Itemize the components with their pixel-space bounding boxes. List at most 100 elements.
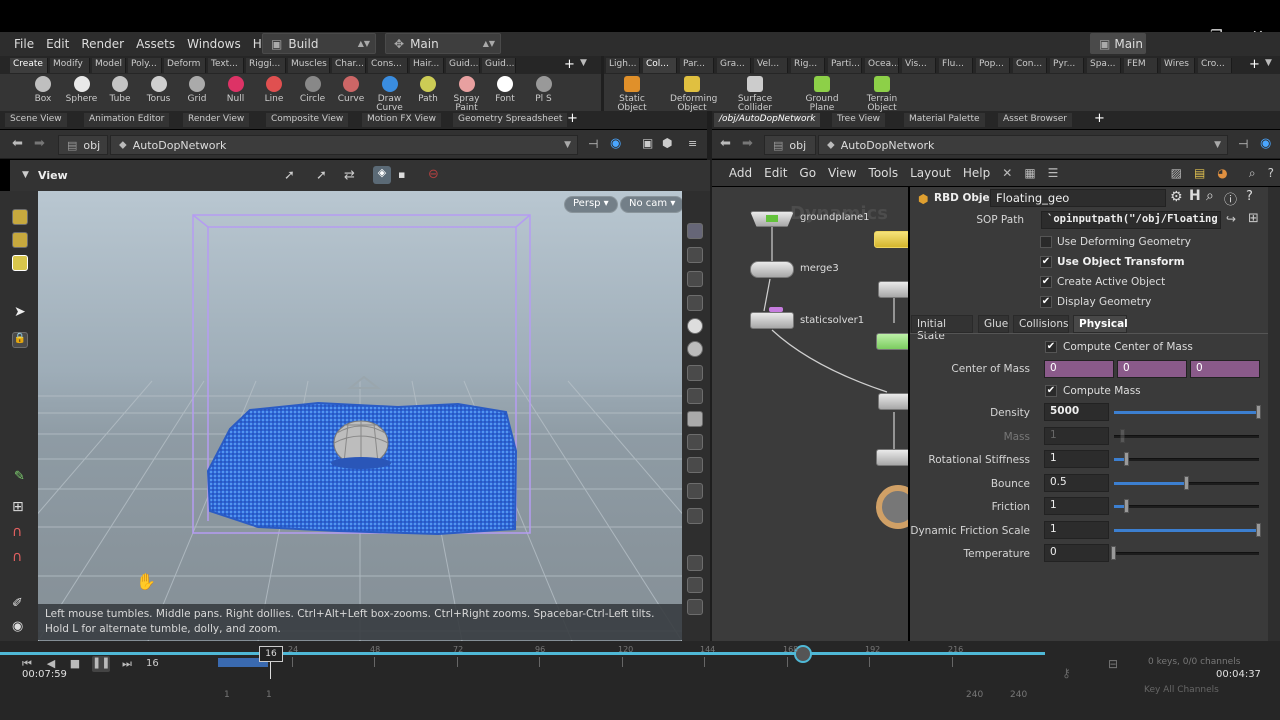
camera-link-icon[interactable]: [687, 388, 703, 404]
compute-mass-checkbox[interactable]: ✔: [1045, 385, 1057, 397]
playback-start-field[interactable]: 1: [266, 690, 272, 700]
menu-windows[interactable]: Windows: [181, 37, 247, 51]
points-icon[interactable]: [687, 411, 703, 427]
display-mode-icon[interactable]: [687, 223, 703, 239]
shelf-tab-ocea[interactable]: Ocea...: [865, 58, 899, 73]
forward-icon[interactable]: ➡: [742, 136, 753, 151]
transform-icon[interactable]: ➚: [316, 168, 327, 183]
search-icon[interactable]: ⌕: [1206, 188, 1214, 204]
add-shelf-icon[interactable]: +: [564, 57, 575, 72]
shelf-tab-muscles[interactable]: Muscles: [288, 58, 330, 73]
friction-slider-track[interactable]: [1114, 505, 1259, 508]
shelf-tab-create[interactable]: Create: [10, 58, 48, 73]
shelf-tab-guid[interactable]: Guid...: [446, 58, 480, 73]
com-y-field[interactable]: 0: [1117, 360, 1187, 378]
shelf-tool-draw-curve[interactable]: Draw Curve: [369, 76, 411, 113]
bounce-field[interactable]: 0.5: [1044, 474, 1109, 492]
shelf-tab-ligh[interactable]: Ligh...: [606, 58, 640, 73]
right-path-node[interactable]: ⬥ AutoDopNetwork ▼: [818, 135, 1228, 155]
select-tool-icon[interactable]: [12, 209, 28, 225]
playhead-marker[interactable]: 16: [259, 646, 283, 662]
shelf-tab-cons[interactable]: Cons...: [368, 58, 408, 73]
create-active-object-checkbox[interactable]: ✔: [1040, 276, 1052, 288]
node-rbd-selected[interactable]: [874, 231, 908, 248]
pin-icon[interactable]: ⊣: [1238, 137, 1248, 151]
play-icon[interactable]: ❚❚: [92, 656, 110, 672]
display-geometry-checkbox[interactable]: ✔: [1040, 296, 1052, 308]
node-partial-green[interactable]: [876, 333, 908, 350]
density-slider-knob[interactable]: [1256, 405, 1261, 419]
viewer-menu-icon[interactable]: ▼: [22, 170, 29, 180]
node-name-field[interactable]: Floating_geo: [990, 189, 1166, 207]
houdini-help-icon[interactable]: H: [1189, 188, 1201, 204]
network-menu-help[interactable]: Help: [957, 166, 996, 180]
shelf-tool-box[interactable]: Box: [22, 76, 64, 104]
node-partial-3[interactable]: [876, 449, 908, 466]
grid-icon[interactable]: ▦: [1018, 166, 1041, 180]
node-merge[interactable]: [750, 261, 794, 278]
wrench-icon[interactable]: ✕: [996, 166, 1018, 180]
vertex-icon[interactable]: [687, 577, 703, 593]
shelf-tab-flu[interactable]: Flu...: [939, 58, 973, 73]
pane-tab-obj-autodopnetwork[interactable]: /obj/AutoDopNetwork: [714, 113, 821, 127]
add-pane-tab-icon[interactable]: +: [567, 111, 578, 126]
shelf-tab-char[interactable]: Char...: [332, 58, 366, 73]
paint-icon[interactable]: ✐: [12, 596, 23, 611]
prim-icon[interactable]: [687, 599, 703, 615]
shelf-tool-curve[interactable]: Curve: [330, 76, 372, 104]
timeline-track[interactable]: [0, 652, 1045, 655]
node-partial-1[interactable]: [878, 281, 908, 298]
end-frame-field[interactable]: 240: [1010, 690, 1027, 700]
temperature-field[interactable]: 0: [1044, 544, 1109, 562]
shelf-tool-tube[interactable]: Tube: [99, 76, 141, 104]
shelf-tab-pop[interactable]: Pop...: [976, 58, 1010, 73]
pane-tab-material-palette[interactable]: Material Palette: [904, 113, 985, 127]
shelf-tool-sphere[interactable]: Sphere: [61, 76, 103, 104]
dot-icon[interactable]: [687, 483, 703, 499]
network-menu-view[interactable]: View: [822, 166, 862, 180]
scene-viewport[interactable]: ✋: [38, 191, 682, 641]
magnet-alt-icon[interactable]: ∩: [12, 549, 22, 565]
magnet-icon[interactable]: ∩: [12, 524, 22, 540]
pane-tab-asset-browser[interactable]: Asset Browser: [998, 113, 1072, 127]
render-icon[interactable]: ⬢: [662, 136, 672, 150]
pane-tab-composite-view[interactable]: Composite View: [266, 113, 349, 127]
left-path-root[interactable]: ▤ obj: [58, 135, 108, 155]
tab-initial-state[interactable]: Initial State: [911, 315, 973, 342]
shelf-tab-con[interactable]: Con...: [1013, 58, 1047, 73]
friction-field[interactable]: 1: [1044, 497, 1109, 515]
menu-assets[interactable]: Assets: [130, 37, 181, 51]
compute-com-checkbox[interactable]: ✔: [1045, 341, 1057, 353]
shelf-tab-vis[interactable]: Vis...: [902, 58, 936, 73]
lock-icon[interactable]: 🔒: [12, 332, 28, 348]
camera-icon[interactable]: ◉: [12, 619, 23, 634]
jump-icon[interactable]: ↪: [1226, 212, 1236, 226]
shelf-tab-hair[interactable]: Hair...: [410, 58, 444, 73]
shelf-tab-parti[interactable]: Parti...: [828, 58, 862, 73]
box-zoom-icon[interactable]: ⊞: [12, 499, 24, 515]
shelf-tab-spa[interactable]: Spa...: [1087, 58, 1121, 73]
shelf-tool-grid[interactable]: Grid: [176, 76, 218, 104]
arrow-cursor-icon[interactable]: ➤: [14, 304, 26, 320]
select-mode-icon[interactable]: ➚: [284, 168, 295, 183]
tab-physical[interactable]: Physical: [1073, 315, 1128, 333]
shelf-tab-modify[interactable]: Modify: [50, 58, 90, 73]
add-pane-tab-right-icon[interactable]: +: [1094, 111, 1105, 126]
bounce-slider-knob[interactable]: [1184, 476, 1189, 490]
back-icon[interactable]: ⬅: [720, 136, 731, 151]
normals-icon[interactable]: [687, 434, 703, 450]
shelf-tool-null[interactable]: Null: [215, 76, 257, 104]
shelf-tool-pl-s[interactable]: Pl S: [523, 76, 565, 104]
shelf-tab-guid[interactable]: Guid...: [482, 58, 516, 73]
persp-button[interactable]: Persp ▾: [564, 196, 618, 213]
menu-file[interactable]: File: [8, 37, 40, 51]
shelf-tool-static-object[interactable]: Static Object: [610, 76, 654, 113]
help-icon[interactable]: ?: [1262, 166, 1280, 180]
help-circle-icon[interactable]: ?: [1246, 189, 1253, 204]
node-chooser-icon[interactable]: ⊞: [1248, 211, 1259, 226]
light-icon[interactable]: [687, 341, 703, 357]
measure-icon[interactable]: [687, 508, 703, 524]
dynamic-friction-scale-slider-knob[interactable]: [1256, 523, 1261, 537]
sop-path-field[interactable]: `opinputpath("/obj/Floating: [1041, 211, 1221, 229]
shelf-tab-col[interactable]: Col...: [643, 58, 677, 73]
